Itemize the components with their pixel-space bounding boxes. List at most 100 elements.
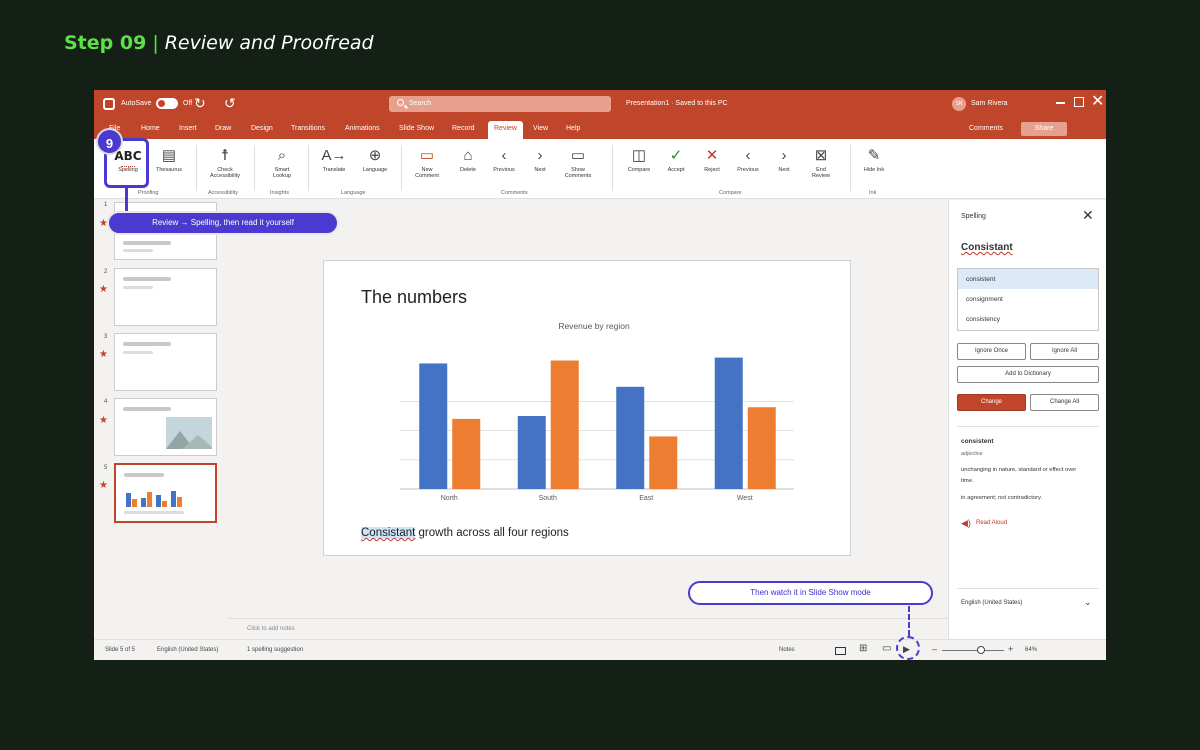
previous-change-button[interactable]: ‹ Previous xyxy=(728,145,768,173)
add-to-dictionary-button[interactable]: Add to Dictionary xyxy=(957,366,1099,383)
next-comment-button[interactable]: › Next xyxy=(520,145,560,173)
slide-body-text[interactable]: Consistant growth across all four region… xyxy=(361,527,569,539)
slide-thumbnail-5[interactable] xyxy=(114,463,217,523)
accessibility-icon: ☨ xyxy=(220,147,230,164)
close-window-icon[interactable]: ✕ xyxy=(1091,93,1104,111)
x-tick-label: East xyxy=(639,495,653,502)
suggestion-item[interactable]: consistent xyxy=(958,269,1098,289)
comments-button[interactable]: Comments xyxy=(969,125,1003,132)
slide-sorter-icon[interactable]: ⊞ xyxy=(859,643,867,654)
maximize-icon[interactable] xyxy=(1074,97,1084,107)
tab-design[interactable]: Design xyxy=(251,125,273,132)
end-review-label-2: Review xyxy=(811,173,831,179)
chart-bar xyxy=(747,407,776,489)
tab-transitions[interactable]: Transitions xyxy=(291,125,325,132)
tab-record[interactable]: Record xyxy=(452,125,475,132)
next-label: Next xyxy=(534,167,546,173)
definition-word: consistent xyxy=(961,438,994,445)
change-all-button[interactable]: Change All xyxy=(1030,394,1099,411)
new-comment-icon: ▭ xyxy=(419,147,435,164)
previous-comment-button[interactable]: ‹ Previous xyxy=(484,145,524,173)
thesaurus-icon: ▤ xyxy=(161,147,177,164)
thumb-bar xyxy=(132,499,137,507)
reject-button[interactable]: ✕ Reject xyxy=(692,145,732,173)
tab-view[interactable]: View xyxy=(533,125,548,132)
step-heading: Step 09 | Review and Proofread xyxy=(64,32,374,54)
smart-lookup-button[interactable]: ⌕ Smart Lookup xyxy=(262,145,302,179)
zoom-slider[interactable] xyxy=(942,650,1004,651)
avatar[interactable]: SR xyxy=(952,97,966,111)
chevron-left-icon: ‹ xyxy=(745,147,751,164)
zoom-slider-thumb[interactable] xyxy=(977,646,985,654)
user-name[interactable]: Sam Rivera xyxy=(971,100,1008,107)
end-review-button[interactable]: ⊠ End Review xyxy=(801,145,841,179)
tab-review[interactable]: Review xyxy=(488,121,523,139)
slide-thumbnail-2[interactable] xyxy=(114,268,217,326)
redo-icon[interactable]: ↻ xyxy=(194,95,206,112)
notes-area[interactable]: Click to add notes xyxy=(227,618,949,638)
minimize-icon[interactable] xyxy=(1056,102,1065,104)
misspelled-word[interactable]: Consistant xyxy=(361,527,416,539)
accept-button[interactable]: ✓ Accept xyxy=(656,145,696,173)
new-comment-button[interactable]: ▭ New Comment xyxy=(407,145,447,179)
ribbon: ABC Spelling ▤ Thesaurus ☨ Check Accessi… xyxy=(94,139,1106,199)
slide[interactable]: The numbers Revenue by region North South… xyxy=(323,260,851,556)
close-icon[interactable]: ✕ xyxy=(1082,207,1094,224)
suggestion-item[interactable]: consignment xyxy=(958,289,1098,309)
next-change-label: Next xyxy=(778,167,790,173)
group-label-compare: Compare xyxy=(719,190,742,196)
slide-title[interactable]: The numbers xyxy=(361,287,467,308)
status-language[interactable]: English (United States) xyxy=(157,647,218,653)
show-comments-button[interactable]: ▭ Show Comments xyxy=(558,145,598,179)
share-button[interactable]: Share xyxy=(1021,122,1067,136)
thesaurus-button[interactable]: ▤ Thesaurus xyxy=(149,145,189,173)
thumb-placeholder-bar xyxy=(124,511,184,514)
speaker-icon[interactable]: ◀) xyxy=(961,518,971,529)
definition-1: unchanging in nature, standard or effect… xyxy=(961,467,1077,484)
hide-ink-button[interactable]: ✎ Hide Ink xyxy=(854,145,894,173)
part-of-speech: adjective xyxy=(961,451,983,457)
tab-slide-show[interactable]: Slide Show xyxy=(399,125,434,132)
image-placeholder-icon xyxy=(166,417,212,449)
read-aloud-link[interactable]: Read Aloud xyxy=(976,520,1007,526)
next-change-button[interactable]: › Next xyxy=(764,145,804,173)
tab-help[interactable]: Help xyxy=(566,125,580,132)
translate-button[interactable]: A→ Translate xyxy=(314,145,354,173)
undo-icon[interactable]: ↺ xyxy=(224,95,236,112)
search-box[interactable]: Search xyxy=(389,96,611,112)
bar-chart[interactable]: Revenue by region North South East West xyxy=(364,317,804,513)
ignore-once-button[interactable]: Ignore Once xyxy=(957,343,1026,360)
tab-insert[interactable]: Insert xyxy=(179,125,197,132)
delete-comment-button[interactable]: ⌂ Delete xyxy=(448,145,488,173)
compare-button[interactable]: ◫ Compare xyxy=(619,145,659,173)
check-accessibility-button[interactable]: ☨ Check Accessibility xyxy=(205,145,245,179)
pen-icon: ✎ xyxy=(867,147,881,164)
slide-thumbnail-3[interactable] xyxy=(114,333,217,391)
reading-view-icon[interactable]: ▭ xyxy=(882,643,891,654)
autosave-toggle[interactable] xyxy=(156,98,178,109)
suggestion-item[interactable]: consistency xyxy=(958,309,1098,329)
spelling-status[interactable]: 1 spelling suggestion xyxy=(247,647,303,653)
step-badge: 9 xyxy=(96,128,123,155)
slide-count: Slide 5 of 5 xyxy=(105,647,136,653)
ribbon-divider xyxy=(196,145,197,191)
chart-title: Revenue by region xyxy=(558,321,630,331)
step-title: Review and Proofread xyxy=(164,32,374,54)
zoom-in-icon[interactable]: + xyxy=(1008,644,1013,654)
ribbon-divider xyxy=(401,145,402,191)
language-button[interactable]: ⊕ Language xyxy=(355,145,395,173)
chevron-down-icon[interactable]: ⌄ xyxy=(1084,597,1092,608)
change-button[interactable]: Change xyxy=(957,394,1026,411)
zoom-out-icon[interactable]: – xyxy=(932,644,937,654)
zoom-level[interactable]: 64% xyxy=(1025,647,1037,653)
autosave-state: Off xyxy=(183,100,193,107)
ignore-all-button[interactable]: Ignore All xyxy=(1030,343,1099,360)
callout-connector xyxy=(125,188,128,212)
chevron-left-icon: ‹ xyxy=(501,147,507,164)
tab-draw[interactable]: Draw xyxy=(215,125,231,132)
slide-thumbnail-4[interactable] xyxy=(114,398,217,456)
notes-toggle[interactable]: Notes xyxy=(779,647,795,653)
tab-animations[interactable]: Animations xyxy=(345,125,380,132)
tab-home[interactable]: Home xyxy=(141,125,160,132)
normal-view-icon[interactable] xyxy=(835,647,846,655)
